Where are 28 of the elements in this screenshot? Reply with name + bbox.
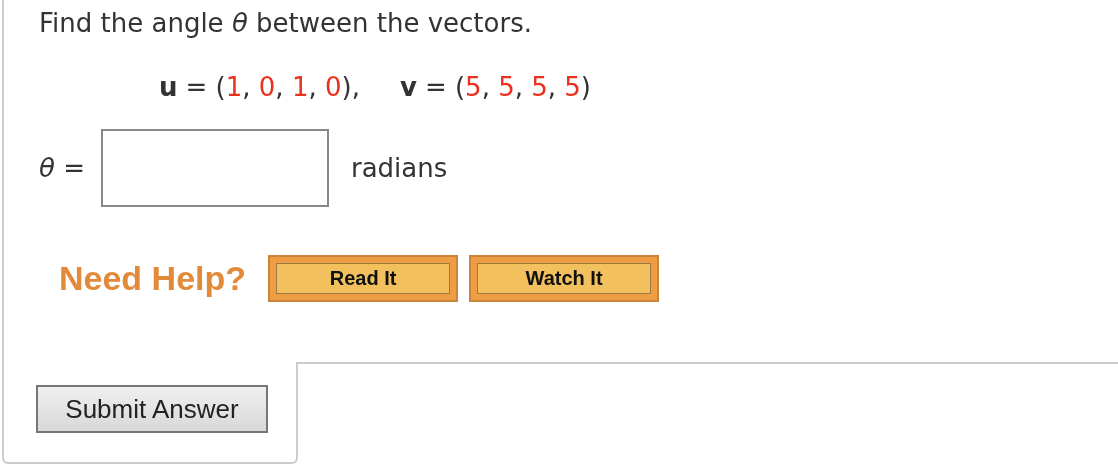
submit-answer-button[interactable]: Submit Answer [36,385,268,433]
equation-symbol: , [514,72,524,102]
equation-symbol: ), [341,72,360,102]
unit-label: radians [351,153,448,183]
vector-component: 1 [291,72,309,102]
equation-symbol: , [275,72,285,102]
help-button[interactable]: Watch It [469,255,660,302]
vector-component: 5 [564,72,581,102]
equation-symbol: , [481,72,491,102]
equation-symbol: ) [580,72,591,102]
vector-name: u [159,72,178,102]
need-help-label: Need Help? [59,259,247,298]
vector-component: 5 [465,72,482,102]
answer-field[interactable] [101,129,329,207]
vector-component: 1 [225,72,243,102]
equation-symbol: = ( [185,72,226,102]
vector-component: 0 [324,72,342,102]
question-text: Find the angle θ between the vectors. [39,8,533,38]
equation-symbol: , [547,72,558,102]
vector-component: 5 [531,72,548,102]
equation-symbol: = ( [424,72,466,102]
vector-component: 5 [498,72,515,102]
vector-name: v [399,72,417,102]
theta-label: θ = [39,153,85,183]
help-button[interactable]: Read It [268,255,459,302]
equation-symbol: , [308,72,318,102]
equation-symbol: , [242,72,252,102]
vector-component: 0 [258,72,276,102]
